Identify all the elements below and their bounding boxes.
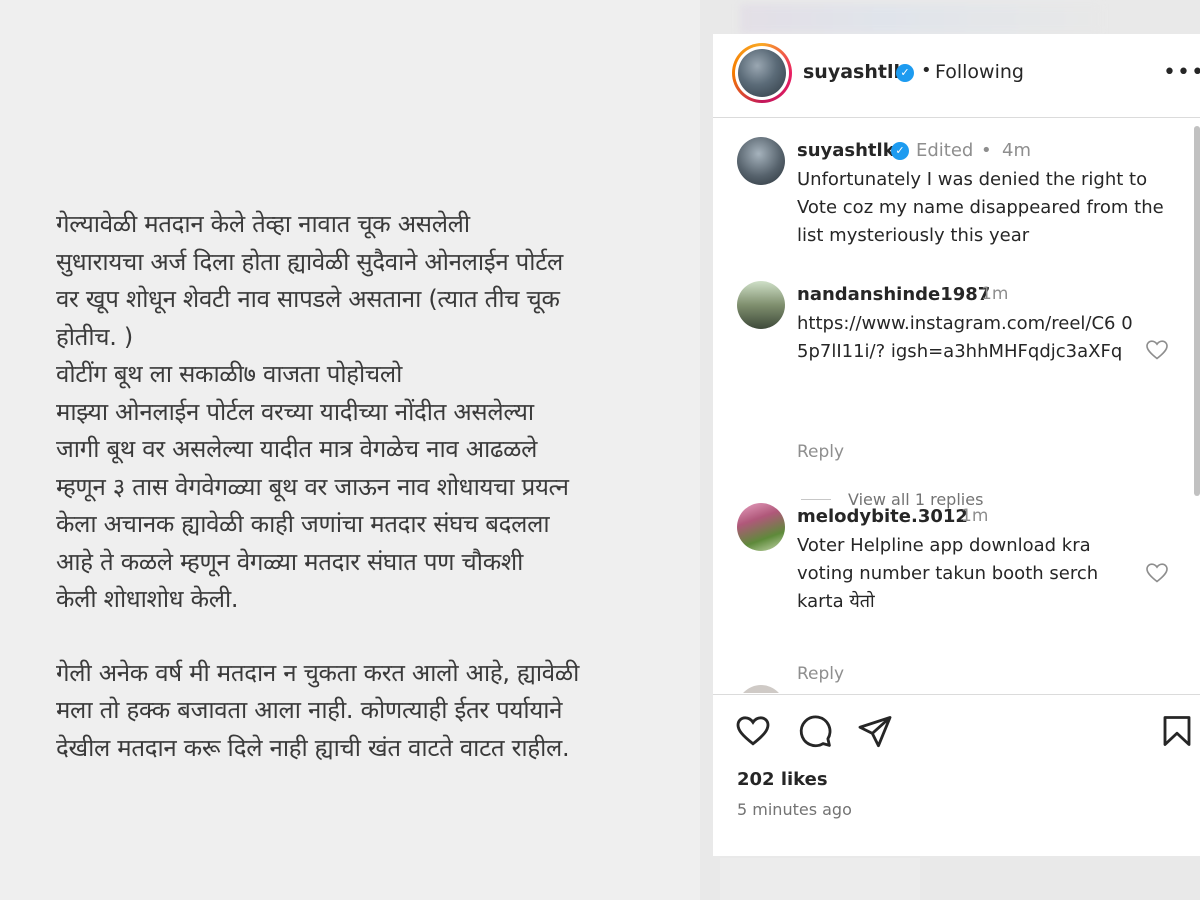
- scrollbar[interactable]: [1194, 126, 1200, 496]
- post-line: आहे ते कळले म्हणून वेगळ्या मतदार संघात प…: [56, 547, 524, 576]
- divider: [801, 499, 831, 500]
- post-line: देखील मतदान करू दिले नाही ह्याची खंत वाट…: [56, 733, 570, 762]
- comment-username[interactable]: melodybite.3012: [797, 506, 968, 527]
- reply-button[interactable]: Reply: [797, 442, 844, 462]
- post-line: होतीच. ): [56, 322, 133, 351]
- like-comment-heart-icon[interactable]: [1145, 561, 1169, 585]
- comment-time: 1m: [981, 284, 1009, 304]
- comment-username[interactable]: suyashtlk: [797, 140, 895, 161]
- bookmark-icon[interactable]: [1159, 713, 1195, 749]
- post-line: माझ्या ओनलाईन पोर्टल वरच्या यादीच्या नों…: [56, 397, 534, 426]
- like-comment-heart-icon[interactable]: [1145, 338, 1169, 362]
- separator-dot: •: [981, 140, 992, 161]
- post-line: जागी बूथ वर असलेल्या यादीत मात्र वेगळेच …: [56, 435, 538, 463]
- post-sidebar-panel: suyashtlk ✓ • Following ••• suyashtlk ✓ …: [713, 34, 1200, 856]
- more-options-icon[interactable]: •••: [1163, 60, 1200, 85]
- avatar[interactable]: [737, 137, 785, 185]
- post-line: गेल्यावेळी मतदान केले तेव्हा नावात चूक अ…: [56, 210, 470, 238]
- caption-text: Unfortunately I was denied the right to …: [797, 169, 1164, 246]
- share-icon[interactable]: [857, 713, 893, 749]
- post-header: suyashtlk ✓ • Following •••: [713, 34, 1200, 118]
- comment-icon[interactable]: [797, 713, 833, 749]
- heart-icon[interactable]: [735, 713, 771, 749]
- comment-text[interactable]: https://www.instagram.com/reel/C6 05p7lI…: [797, 310, 1137, 366]
- avatar[interactable]: [737, 281, 785, 329]
- verified-badge-icon: ✓: [896, 64, 914, 82]
- comment-time: 1m: [961, 506, 989, 526]
- edited-label: Edited: [916, 140, 974, 161]
- post-line: गेली अनेक वर्ष मी मतदान न चुकता करत आलो …: [56, 658, 580, 687]
- following-button[interactable]: Following: [935, 61, 1024, 83]
- post-line: वोटींग बूथ ला सकाळी७ वाजता पोहोचलो: [56, 360, 403, 388]
- author-avatar[interactable]: [732, 43, 792, 103]
- comments-list[interactable]: suyashtlk ✓ Edited • 4m Unfortunately I …: [713, 119, 1200, 693]
- comment-time: 4m: [1002, 140, 1031, 161]
- avatar[interactable]: [737, 503, 785, 551]
- post-image-text: गेल्यावेळी मतदान केले तेव्हा नावात चूक अ…: [56, 206, 676, 767]
- comment-text: Voter Helpline app download kra voting n…: [797, 535, 1099, 612]
- post-actions: 202 likes 5 minutes ago: [713, 694, 1200, 856]
- post-line: वर खूप शोधून शेवटी नाव सापडले असताना (त्…: [56, 285, 560, 313]
- post-timestamp: 5 minutes ago: [737, 800, 852, 819]
- post-line: केला अचानक ह्यावेळी काही जणांचा मतदार सं…: [56, 510, 550, 538]
- verified-badge-icon: ✓: [891, 142, 909, 160]
- post-line: मला तो हक्क बजावता आला नाही. कोणत्याही ई…: [56, 696, 563, 724]
- post-line: सुधारायचा अर्ज दिला होता ह्यावेळी सुदैवा…: [56, 247, 563, 276]
- separator-dot: •: [921, 60, 932, 81]
- author-username[interactable]: suyashtlk: [803, 61, 906, 83]
- reply-button[interactable]: Reply: [797, 664, 844, 684]
- post-line: केली शोधाशोध केली.: [56, 585, 239, 613]
- backdrop: [720, 858, 920, 900]
- backdrop-blur: [740, 4, 1100, 34]
- likes-count[interactable]: 202 likes: [737, 769, 828, 790]
- comment-username[interactable]: nandanshinde1987: [797, 284, 990, 305]
- post-line: म्हणून ३ तास वेगवेगळ्या बूथ वर जाऊन नाव …: [56, 472, 569, 501]
- avatar: [737, 685, 785, 693]
